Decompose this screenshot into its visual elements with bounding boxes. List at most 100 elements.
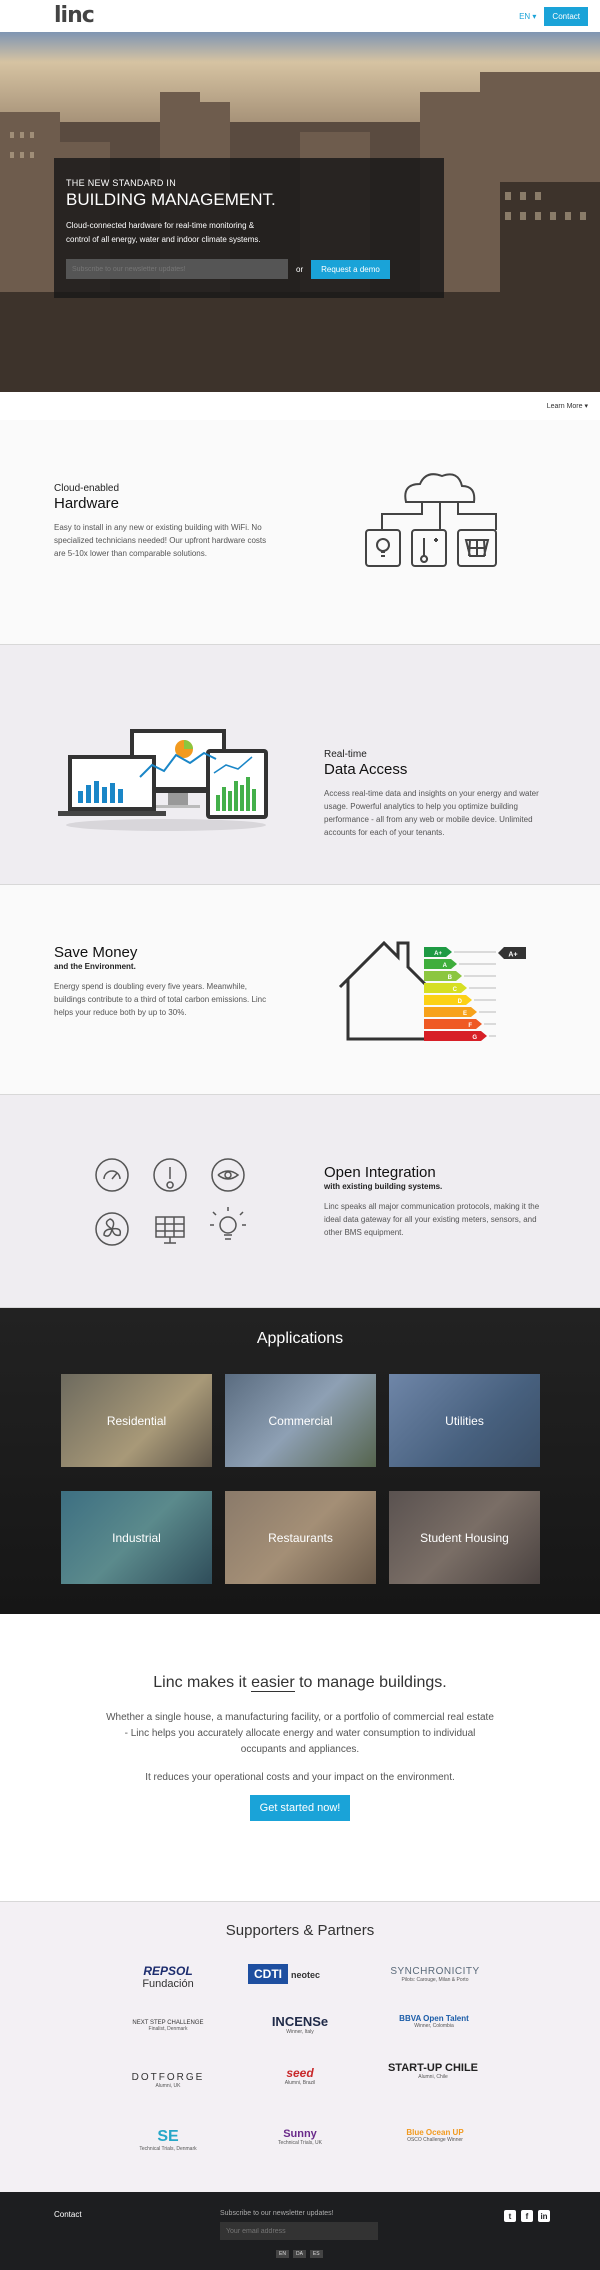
cta-title: Linc makes it easier to manage buildings… [0, 1614, 600, 1692]
partner-cdti-logo[interactable]: CDTI neotec [248, 1964, 348, 1984]
partners-title: Supporters & Partners [225, 1922, 375, 1939]
request-demo-button[interactable]: Request a demo [311, 259, 390, 279]
energy-bar-label: G [472, 1035, 477, 1041]
energy-bar-label: A+ [434, 951, 442, 957]
tile-commercial[interactable]: Commercial [225, 1374, 376, 1467]
feature-body: Easy to install in any new or existing b… [54, 523, 267, 558]
feature-open-integration: Open Integration with existing building … [0, 1095, 600, 1308]
partner-synchronicity-logo[interactable]: SYNCHRONICITY Pilots: Carouge, Milan & P… [380, 1966, 490, 1983]
partner-name: REPSOL [143, 1964, 193, 1978]
hero-subtitle: Cloud-connected hardware for real-time m… [66, 221, 261, 244]
meter-icon [95, 1158, 129, 1192]
feature-text: Save Money and the Environment. Energy s… [54, 943, 274, 1019]
newsletter-input[interactable] [66, 259, 288, 279]
footer-language-switcher: EN DA ES [276, 2250, 323, 2258]
partner-blue-ocean-logo[interactable]: Blue Ocean UP OSCO Challenge Winner [392, 2128, 478, 2143]
integration-icons [95, 1158, 246, 1246]
tile-student-housing[interactable]: Student Housing [389, 1491, 540, 1584]
feature-text: Cloud-enabled Hardware Easy to install i… [54, 483, 274, 560]
contact-button[interactable]: Contact [544, 6, 588, 26]
feature-subtitle: and the Environment. [54, 962, 136, 971]
energy-bar-label: A [443, 963, 448, 969]
tile-restaurants[interactable]: Restaurants [225, 1491, 376, 1584]
partner-name: SYNCHRONICITY [390, 1966, 480, 1977]
partner-name: INCENSe [271, 2014, 329, 2029]
feature-body: Linc speaks all major communication prot… [324, 1202, 540, 1237]
partner-caption: Alumni, UK [155, 2083, 181, 2089]
footer-email-input[interactable] [220, 2222, 378, 2240]
partner-caption: Finalist, Denmark [148, 2026, 188, 2032]
energy-bar [424, 983, 467, 993]
get-started-button[interactable]: Get started now! [249, 1795, 351, 1821]
partner-caption: Technical Trials, UK [278, 2140, 322, 2146]
cta-title-pre: Linc makes it [153, 1674, 252, 1691]
cta-title-emphasis: easier [251, 1674, 295, 1692]
tile-utilities[interactable]: Utilities [389, 1374, 540, 1467]
partner-sub: Fundación [142, 1978, 194, 1990]
lang-en[interactable]: EN [276, 2250, 289, 2258]
partner-repsol-logo[interactable]: REPSOL Fundación [118, 1964, 218, 1990]
feature-text: Real-time Data Access Access real-time d… [324, 749, 548, 839]
partner-next-step-logo[interactable]: NEXT STEP CHALLENGE Finalist, Denmark [118, 2020, 218, 2032]
linkedin-icon[interactable]: in [538, 2210, 550, 2222]
nav-right: EN ▾ Contact [519, 6, 588, 26]
feature-save-money: Save Money and the Environment. Energy s… [0, 885, 600, 1095]
energy-bar [424, 995, 472, 1005]
linc-logo[interactable]: linc [54, 0, 95, 32]
partner-se-logo[interactable]: SE Technical Trials, Denmark [128, 2128, 208, 2152]
feature-title: Hardware [54, 495, 120, 512]
energy-bar-label: D [458, 999, 463, 1005]
energy-bar-label: E [463, 1011, 467, 1017]
tile-industrial[interactable]: Industrial [61, 1491, 212, 1584]
partner-caption: Pilots: Carouge, Milan & Porto [401, 1977, 469, 1983]
applications-title: Applications [256, 1330, 344, 1347]
hero-kicker: THE NEW STANDARD IN [66, 178, 177, 188]
partner-name: BBVA Open Talent [399, 2014, 469, 2023]
feature-kicker: Real-time [324, 749, 367, 760]
partner-caption: OSCO Challenge Winner [407, 2137, 463, 2143]
partner-name: CDTI [248, 1964, 288, 1984]
partner-name: DOTFORGE [131, 2072, 205, 2083]
partners-section: Supporters & Partners REPSOL Fundación C… [0, 1902, 600, 2192]
footer: Contact Subscribe to our newsletter upda… [0, 2192, 600, 2270]
feature-title: Save Money [54, 944, 138, 961]
partner-sunny-logo[interactable]: Sunny Technical Trials, UK [262, 2128, 338, 2146]
learn-more-link[interactable]: Learn More ▾ [0, 392, 600, 420]
feature-text: Open Integration with existing building … [324, 1163, 548, 1239]
partner-seed-logo[interactable]: seed Alumni, Brazil [270, 2066, 330, 2086]
energy-bar [424, 971, 462, 981]
partner-caption: Winner, Italy [286, 2029, 314, 2035]
hero-section: THE NEW STANDARD IN BUILDING MANAGEMENT.… [0, 32, 600, 392]
energy-bar [424, 959, 457, 969]
energy-bar-label: B [448, 975, 453, 981]
energy-bar-label: F [468, 1023, 472, 1029]
bulb-icon [219, 1216, 237, 1234]
partner-caption: Alumni, Chile [418, 2074, 448, 2080]
cta-section: Linc makes it easier to manage buildings… [0, 1614, 600, 1902]
feature-body: Access real-time data and insights on yo… [324, 789, 539, 837]
feature-subtitle: with existing building systems. [324, 1182, 443, 1191]
feature-title: Data Access [324, 761, 408, 778]
feature-kicker: Cloud-enabled [54, 483, 120, 494]
feature-title: Open Integration [324, 1164, 436, 1181]
footer-social-links: t f in [504, 2210, 550, 2222]
lang-es[interactable]: ES [309, 2250, 323, 2258]
footer-newsletter-label: Subscribe to our newsletter updates! [220, 2210, 334, 2217]
lang-da[interactable]: DA [292, 2250, 306, 2258]
energy-bar-label: C [453, 987, 458, 993]
partner-startup-chile-logo[interactable]: START-UP CHILE Alumni, Chile [386, 2062, 480, 2080]
partner-sub: neotec [291, 1970, 321, 1980]
partner-dotforge-logo[interactable]: DOTFORGE Alumni, UK [118, 2072, 218, 2089]
partner-bbva-logo[interactable]: BBVA Open Talent Winner, Colombia [394, 2014, 474, 2029]
footer-contact-link[interactable]: Contact [54, 2210, 82, 2219]
partner-incense-logo[interactable]: INCENSe Winner, Italy [258, 2014, 342, 2035]
hero-form: or Request a demo [66, 259, 432, 279]
cloud-hardware-icon [365, 473, 497, 567]
partner-name: SE [157, 2128, 179, 2145]
facebook-icon[interactable]: f [521, 2210, 533, 2222]
cta-paragraph: Whether a single house, a manufacturing … [106, 1712, 494, 1755]
twitter-icon[interactable]: t [504, 2210, 516, 2222]
top-nav: linc EN ▾ Contact [0, 0, 600, 32]
tile-residential[interactable]: Residential [61, 1374, 212, 1467]
language-selector[interactable]: EN ▾ [519, 12, 536, 21]
